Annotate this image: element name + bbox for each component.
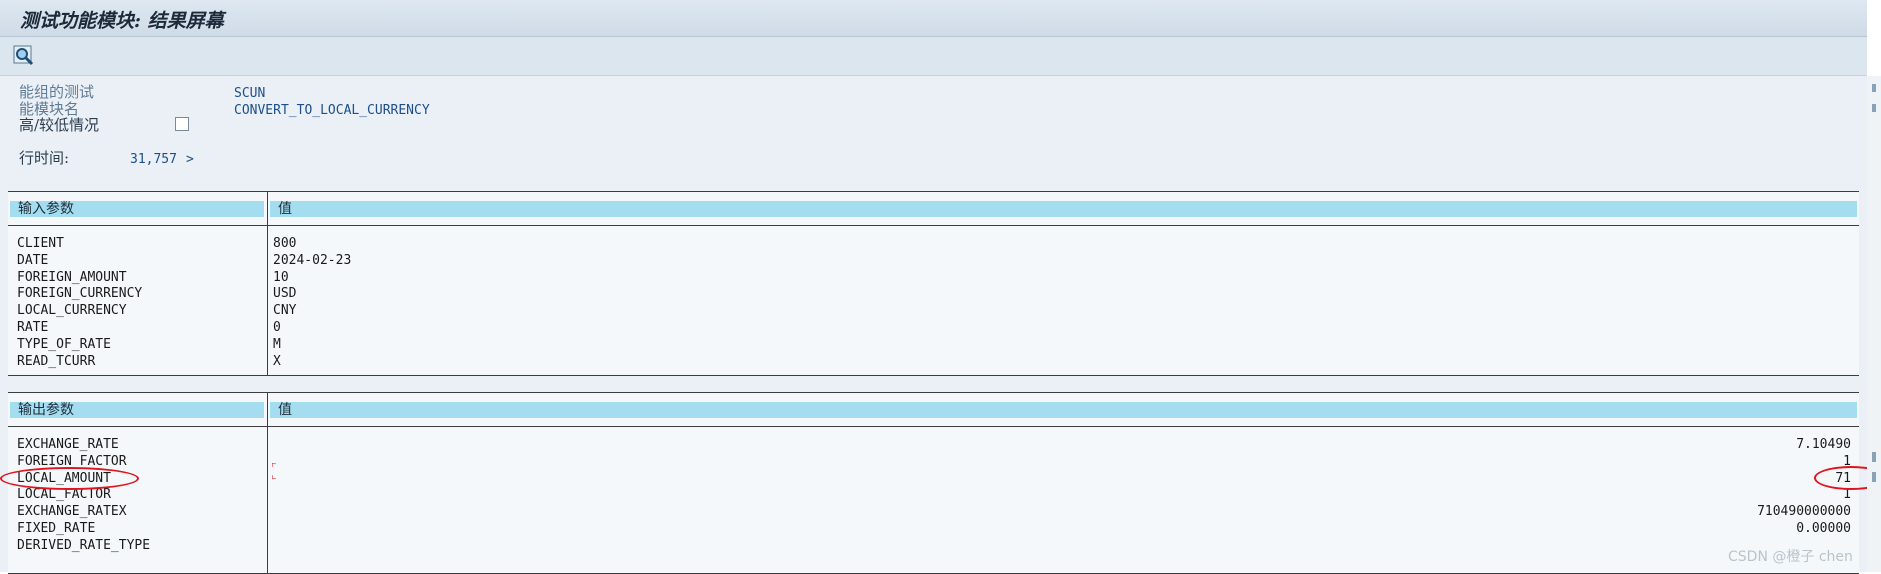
parameter-value: 10 xyxy=(273,269,289,285)
parameter-name: LOCAL_CURRENCY xyxy=(17,303,127,319)
title-bar: 测试功能模块: 结果屏幕 xyxy=(0,0,1867,37)
header-separator xyxy=(8,225,1859,226)
upper-lower-label: 高/较低情况 xyxy=(19,116,100,134)
test-label: 能组的测试 xyxy=(19,83,95,101)
toolbar xyxy=(0,37,1867,76)
runtime-value: 31,757 xyxy=(130,152,177,167)
export-parameters-panel: 输出参数 值 EXCHANGE_RATE 7.10490 FOREIGN_FACTO… xyxy=(8,392,1859,574)
window-title: 测试功能模块: 结果屏幕 xyxy=(20,10,224,32)
parameter-name: FOREIGN_AMOUNT xyxy=(17,269,127,285)
import-header-value: 值 xyxy=(270,201,1857,217)
highlight-circle-name xyxy=(0,467,139,490)
parameter-name: FIXED_RATE xyxy=(17,521,96,536)
export-header-name: 输出参数 xyxy=(10,402,264,418)
header-separator xyxy=(8,426,1859,427)
parameter-value: 1 xyxy=(1843,453,1851,469)
export-header-value: 值 xyxy=(270,402,1857,418)
test-value: SCUN xyxy=(234,86,266,101)
parameter-value: 800 xyxy=(273,236,297,251)
parameter-value: 7.10490 xyxy=(1796,437,1851,452)
parameter-value: M xyxy=(273,336,281,352)
runtime-label: 行时间: xyxy=(19,149,70,167)
parameter-name: FOREIGN_CURRENCY xyxy=(17,286,143,302)
watermark: CSDN @橙子 chen xyxy=(1728,549,1853,565)
column-divider xyxy=(267,393,268,573)
parameter-value: 1 xyxy=(1843,487,1851,503)
parameter-value: CNY xyxy=(273,303,297,319)
parameter-name: RATE xyxy=(17,320,49,335)
parameter-value: 0 xyxy=(273,320,281,335)
parameter-value: 710490000000 xyxy=(1757,504,1851,520)
parameter-name: DERIVED_RATE_TYPE xyxy=(17,537,151,553)
parameter-value: 2024-02-23 xyxy=(273,252,352,268)
import-header-name: 输入参数 xyxy=(10,201,264,217)
parameter-value: X xyxy=(273,353,281,369)
vertical-scrollbar[interactable] xyxy=(1867,76,1881,572)
parameter-value: 0.00000 xyxy=(1796,521,1851,536)
parameter-name: TYPE_OF_RATE xyxy=(17,336,111,352)
column-divider xyxy=(267,192,268,375)
magnify-icon[interactable] xyxy=(13,45,35,67)
cursor-mark-icon xyxy=(272,463,276,467)
parameter-name: EXCHANGE_RATE xyxy=(17,437,119,452)
cursor-mark-icon xyxy=(272,475,276,479)
result-screen: 能组的测试 SCUN 能模块名 CONVERT_TO_LOCAL_CURRENC… xyxy=(0,76,1881,574)
chevron-right-icon: > xyxy=(186,152,194,167)
module-value: CONVERT_TO_LOCAL_CURRENCY xyxy=(234,103,430,118)
parameter-name: EXCHANGE_RATEX xyxy=(17,504,127,520)
import-parameters-panel: 输入参数 值 CLIENT 800 DATE 2024-02-23 FOREIGN_AM… xyxy=(8,191,1859,376)
parameter-name: DATE xyxy=(17,252,49,268)
parameter-name: READ_TCURR xyxy=(17,353,96,369)
parameter-name: CLIENT xyxy=(17,236,64,251)
upper-lower-checkbox[interactable] xyxy=(175,117,189,131)
parameter-value: USD xyxy=(273,286,297,302)
